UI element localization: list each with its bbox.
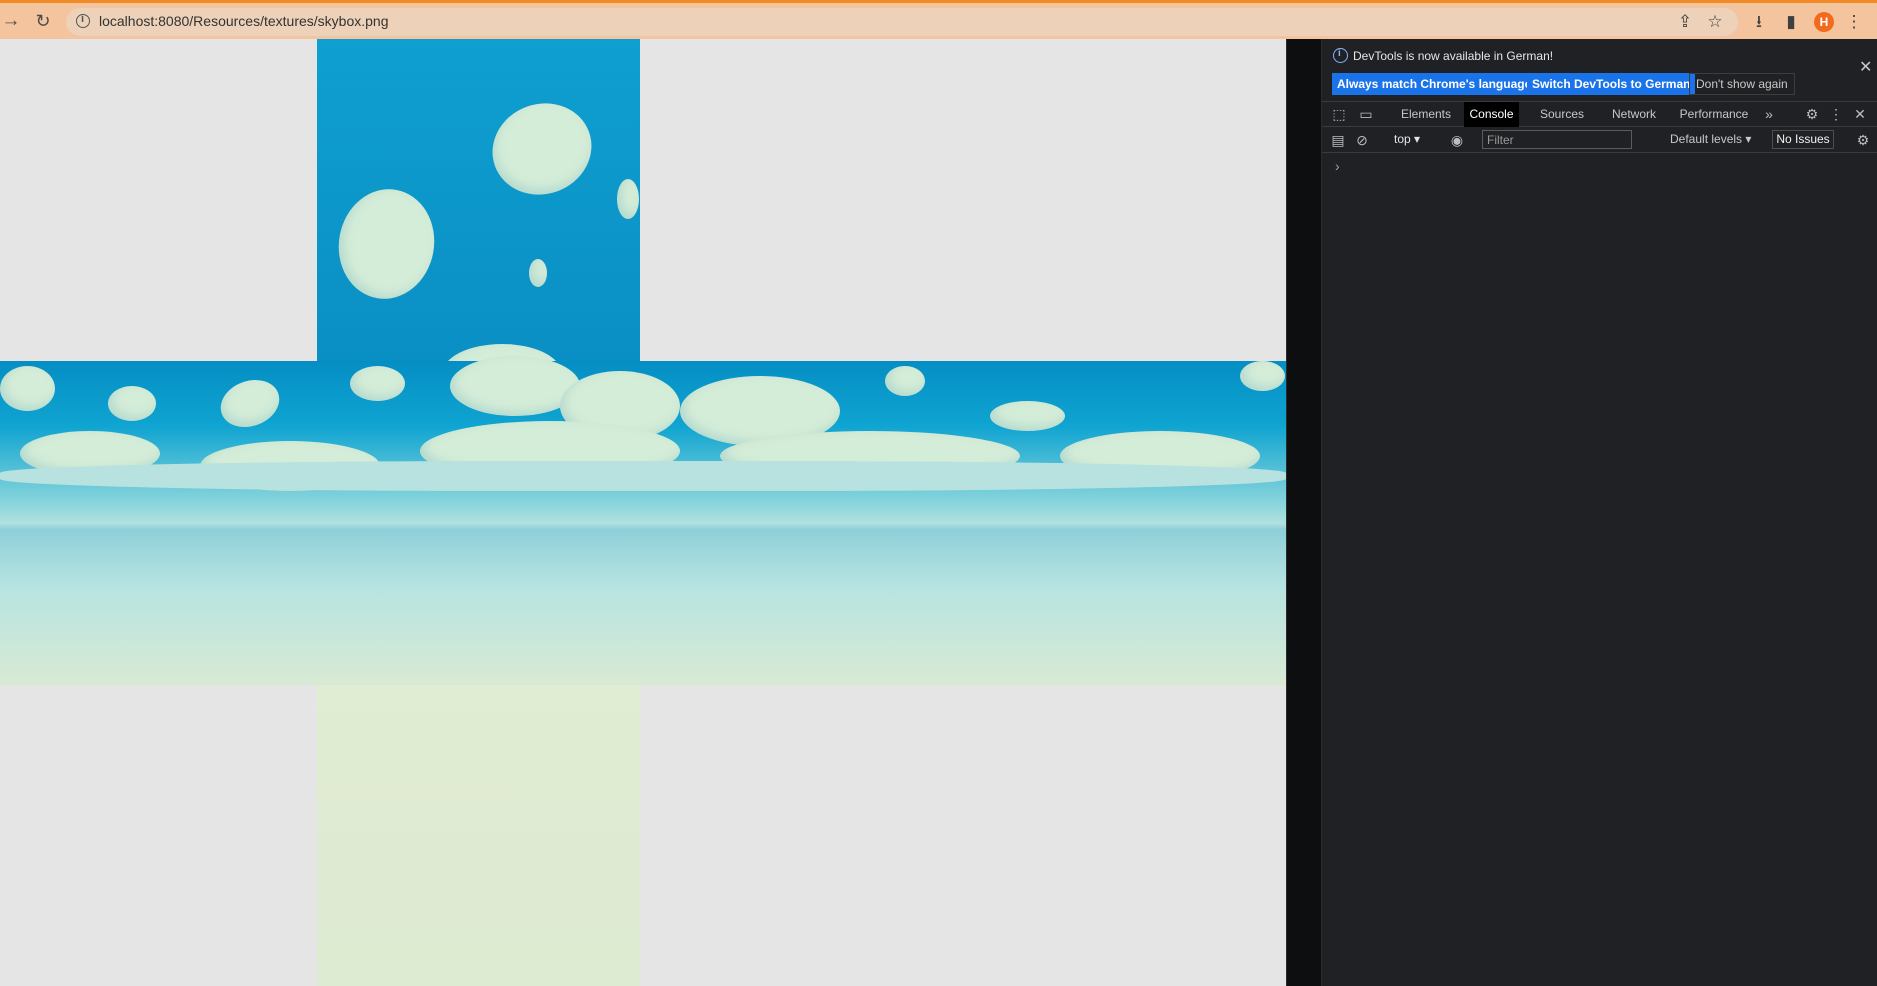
log-levels-dropdown[interactable]: Default levels ▾ — [1670, 132, 1751, 146]
devtools-resize-gutter[interactable] — [1286, 39, 1322, 986]
clear-console-icon[interactable]: ⊘ — [1354, 132, 1370, 148]
info-icon — [1333, 48, 1348, 63]
tab-console[interactable]: Console — [1464, 102, 1519, 127]
forward-icon[interactable]: → — [0, 10, 22, 32]
bookmark-star-icon[interactable]: ☆ — [1704, 11, 1726, 33]
menu-kebab-icon[interactable]: ⋮ — [1843, 11, 1865, 33]
tab-sources[interactable]: Sources — [1532, 102, 1592, 127]
console-settings-gear-icon[interactable]: ⚙ — [1855, 132, 1871, 148]
console-prompt[interactable]: › — [1335, 158, 1340, 174]
match-language-button[interactable]: Always match Chrome's language — [1332, 73, 1537, 95]
switch-language-button[interactable]: Switch DevTools to German — [1527, 73, 1696, 95]
url-text: localhost:8080/Resources/textures/skybox… — [99, 13, 389, 29]
log-levels-label: Default levels — [1670, 132, 1743, 146]
banner-message: DevTools is now available in German! — [1353, 49, 1554, 63]
context-value: top — [1394, 132, 1411, 146]
skybox-face-sides — [0, 356, 1286, 685]
device-toolbar-icon[interactable]: ▭ — [1358, 106, 1374, 122]
console-toolbar: ▤ ⊘ top ▾ ◉ Filter Default levels ▾ No I… — [1322, 128, 1877, 153]
reload-icon[interactable]: ↻ — [32, 10, 54, 32]
share-icon[interactable]: ⇪ — [1674, 11, 1696, 33]
devtools-panel: DevTools is now available in German! Alw… — [1322, 39, 1877, 986]
filter-placeholder: Filter — [1487, 133, 1514, 147]
devtools-menu-icon[interactable]: ⋮ — [1828, 106, 1844, 122]
devtools-tabs: ⬚ ▭ Elements Console Sources Network Per… — [1322, 101, 1877, 127]
site-info-icon[interactable] — [76, 13, 90, 28]
skybox-face-bottom — [317, 685, 640, 986]
sidebar-toggle-icon[interactable]: ▤ — [1330, 132, 1346, 148]
skybox-face-top — [317, 39, 640, 404]
language-banner: DevTools is now available in German! Alw… — [1322, 39, 1877, 101]
tab-network[interactable]: Network — [1602, 102, 1666, 127]
tab-performance[interactable]: Performance — [1672, 102, 1756, 127]
tab-elements[interactable]: Elements — [1393, 102, 1459, 127]
live-expression-eye-icon[interactable]: ◉ — [1449, 132, 1465, 148]
context-selector[interactable]: top ▾ — [1394, 132, 1420, 146]
close-devtools-icon[interactable]: ✕ — [1852, 106, 1868, 122]
more-tabs-icon[interactable]: » — [1761, 106, 1777, 122]
settings-gear-icon[interactable]: ⚙ — [1804, 106, 1820, 122]
issues-button[interactable]: No Issues — [1772, 130, 1834, 149]
profile-avatar[interactable]: H — [1814, 12, 1834, 32]
close-banner-icon[interactable]: ✕ — [1859, 60, 1872, 76]
dont-show-again-button[interactable]: Don't show again — [1689, 73, 1795, 95]
browser-toolbar: → ↻ localhost:8080/Resources/textures/sk… — [0, 0, 1877, 39]
side-panel-icon[interactable]: ▮ — [1780, 11, 1802, 33]
address-bar[interactable]: localhost:8080/Resources/textures/skybox… — [66, 8, 1738, 36]
inspect-element-icon[interactable]: ⬚ — [1331, 106, 1347, 122]
download-icon[interactable]: ⭳ — [1748, 11, 1770, 33]
image-viewer — [0, 39, 1286, 986]
